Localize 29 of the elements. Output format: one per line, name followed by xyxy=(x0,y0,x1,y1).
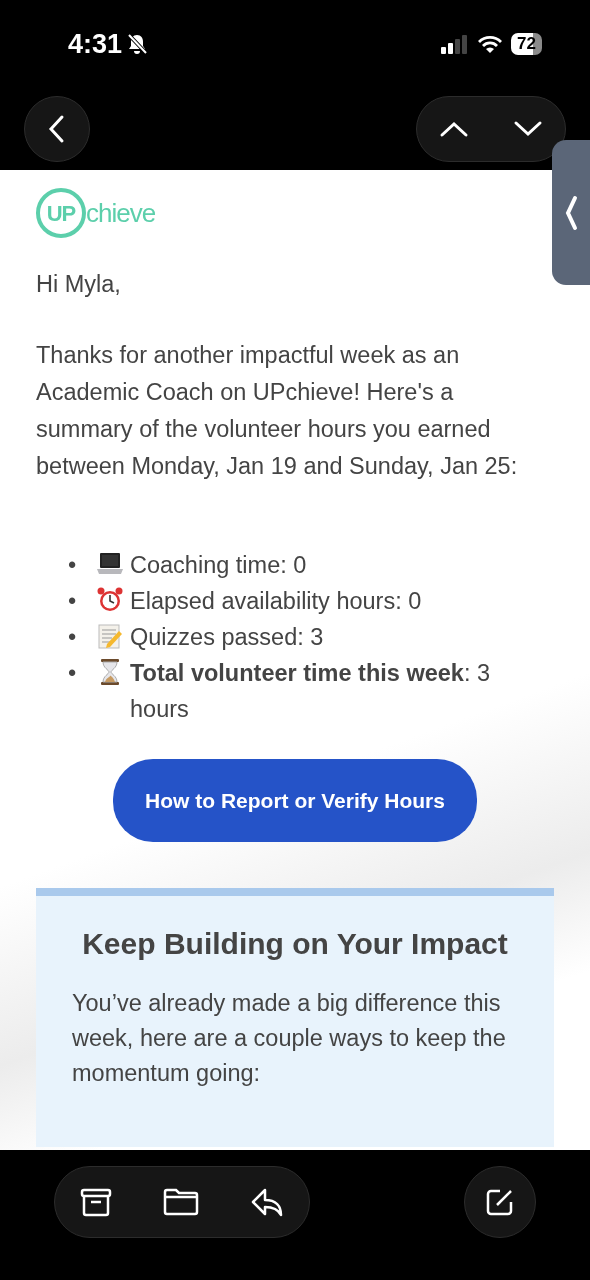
battery-indicator: 72 xyxy=(511,33,542,55)
archive-icon[interactable] xyxy=(80,1187,113,1217)
reply-icon[interactable] xyxy=(249,1187,284,1217)
bullet: • xyxy=(68,551,78,580)
bell-muted-icon xyxy=(126,33,149,55)
panel-paragraph: You’ve already made a big difference this week, here are a couple ways to keep the momentum going: xyxy=(72,989,507,1088)
greeting: Hi Myla, xyxy=(36,270,122,299)
logo-text: chieve xyxy=(86,196,156,230)
wifi-icon xyxy=(477,34,504,54)
panel-heading: Keep Building on Your Impact xyxy=(81,926,509,962)
chevron-left-icon xyxy=(564,194,578,231)
logo-badge: UP xyxy=(36,188,86,238)
list-item-text: Elapsed availability hours: 0 xyxy=(130,587,422,616)
folder-icon[interactable] xyxy=(163,1188,199,1216)
report-hours-button[interactable]: How to Report or Verify Hours xyxy=(113,759,477,842)
intro-paragraph: Thanks for another impactful week as an Academic Coach on UPchieve! Here's a summary of the volunteer hours you earned between Monday, Jan 19 and Sunday, Jan 25: xyxy=(36,341,519,481)
alarm-clock-icon xyxy=(96,586,124,614)
list-item-text: Coaching time: 0 xyxy=(130,551,307,580)
list-item-text: Quizzes passed: 3 xyxy=(130,623,324,652)
side-tab[interactable] xyxy=(552,140,590,285)
notepad-icon xyxy=(96,622,124,650)
bullet: • xyxy=(68,659,78,688)
status-time: 4:31 xyxy=(68,27,123,61)
chevron-up-icon[interactable] xyxy=(439,120,469,138)
bullet: • xyxy=(68,587,78,616)
list-item-text: Total volunteer time this week: 3 hours xyxy=(130,659,491,724)
chevron-down-icon[interactable] xyxy=(513,120,543,138)
bullet: • xyxy=(68,623,78,652)
signal-icon xyxy=(441,34,470,54)
